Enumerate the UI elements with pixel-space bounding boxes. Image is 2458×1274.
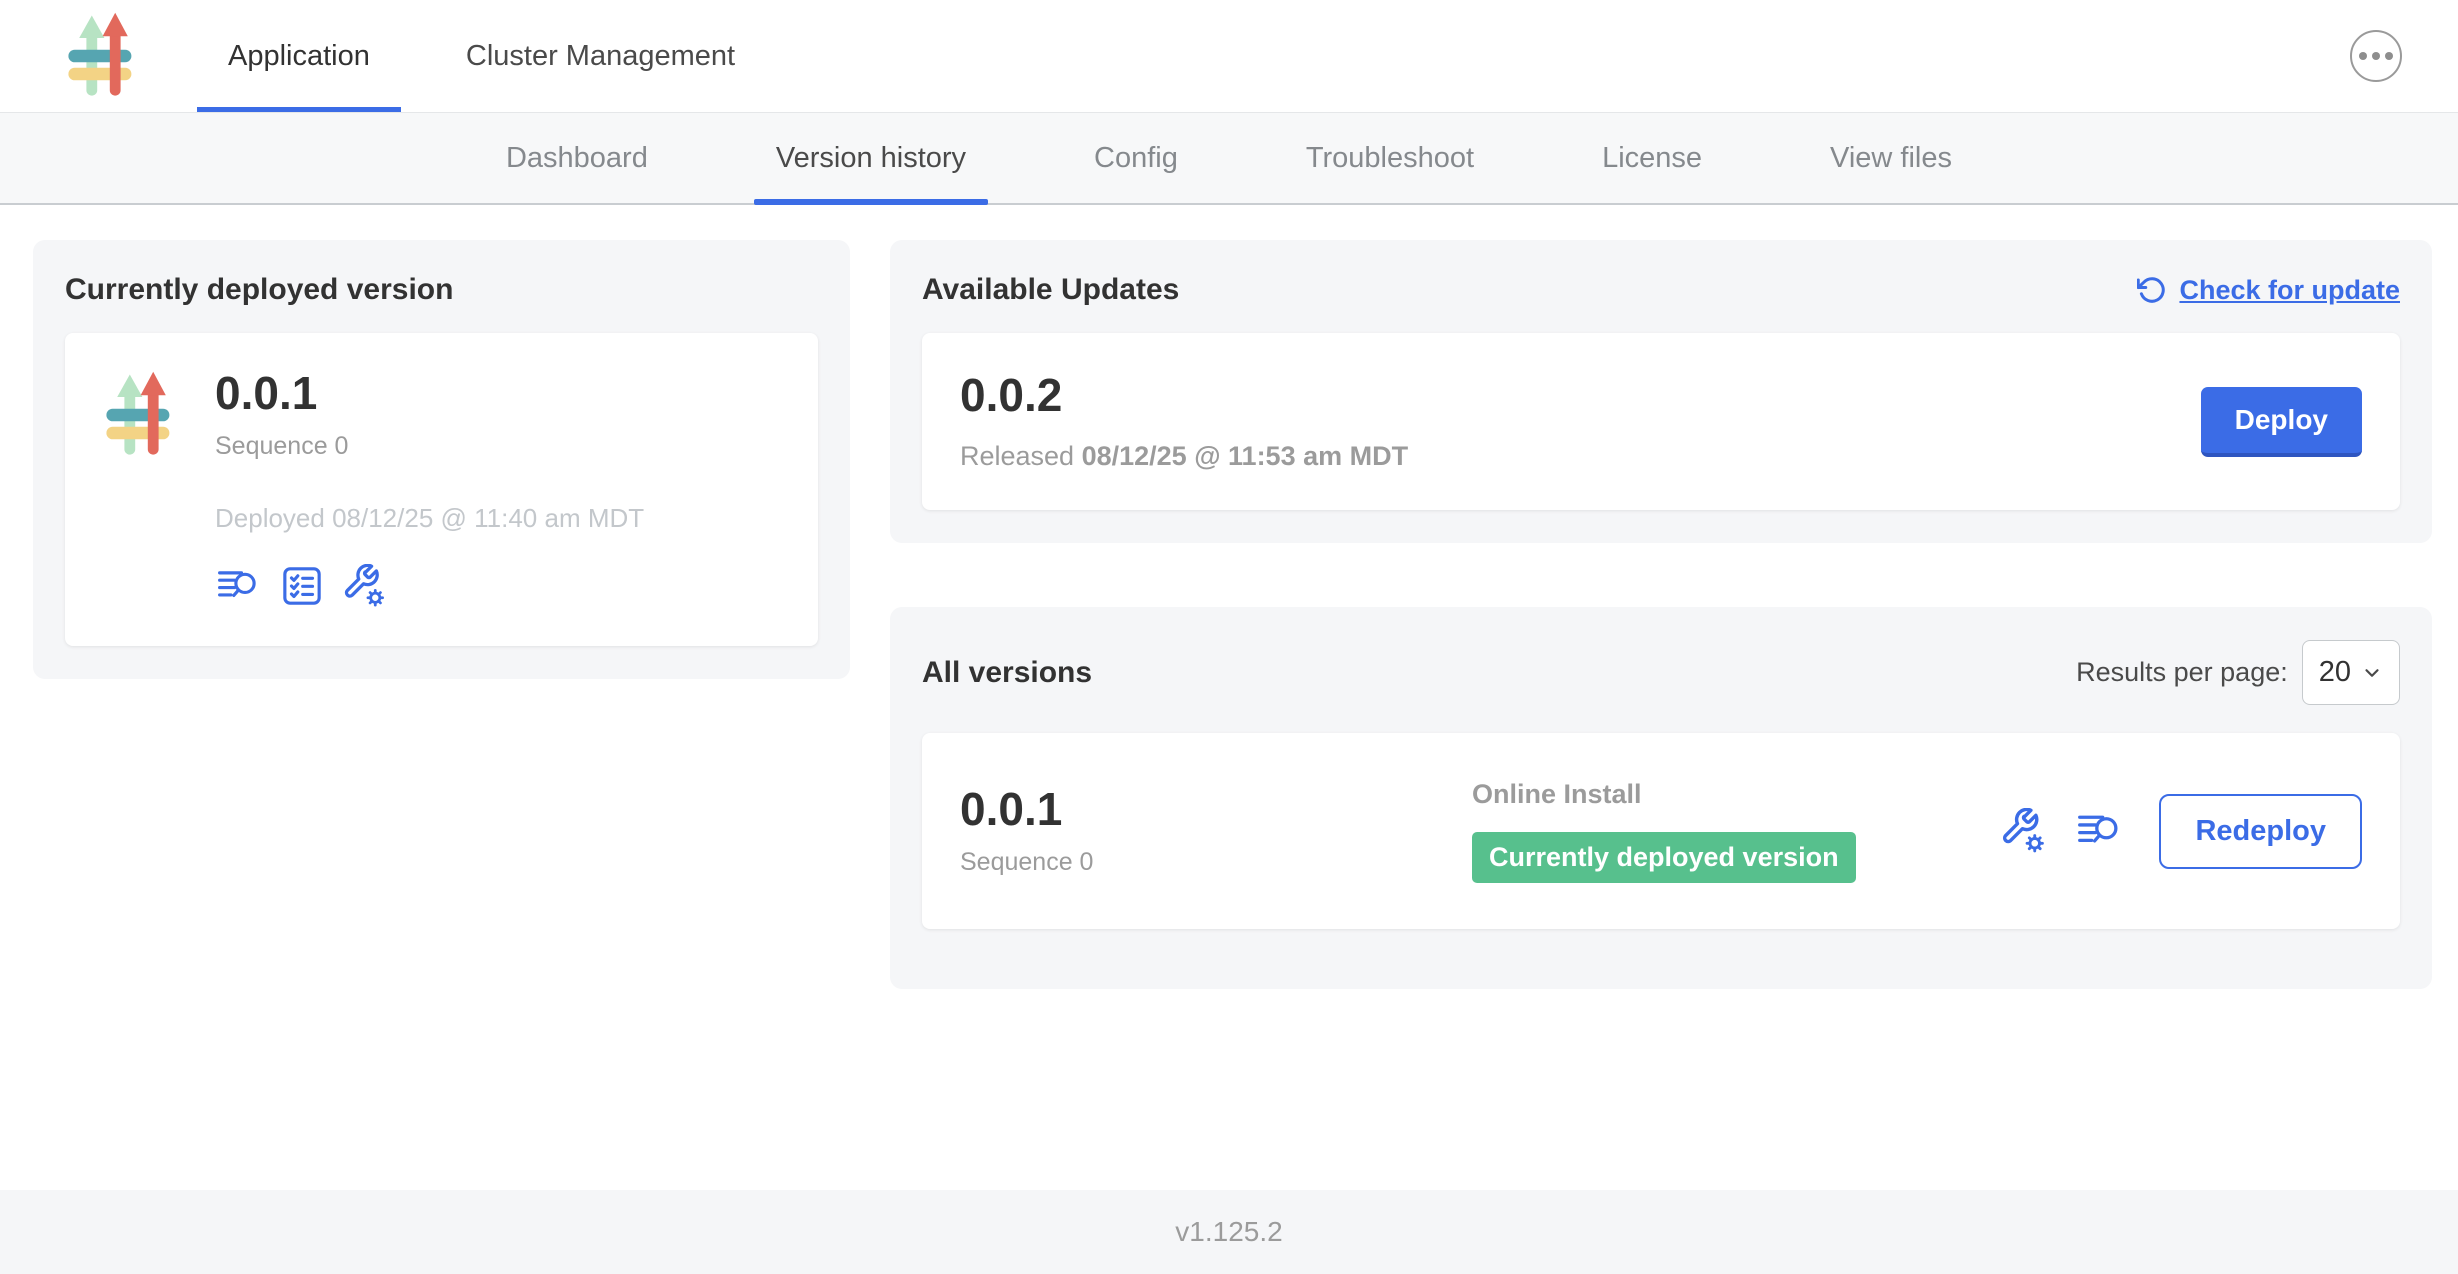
subnav-tab-version-history[interactable]: Version history (754, 113, 988, 203)
version-history-page: Application Cluster Management Dashboard… (0, 0, 2458, 1274)
row-sequence-label: Sequence 0 (960, 848, 1472, 877)
subnav-tab-dashboard[interactable]: Dashboard (484, 113, 670, 203)
app-footer: v1.125.2 (0, 1190, 2458, 1274)
subnav-tab-license[interactable]: License (1580, 113, 1724, 203)
subnav-tab-view-files[interactable]: View files (1808, 113, 1974, 203)
header-tabs: Application Cluster Management (197, 0, 800, 112)
deploy-button[interactable]: Deploy (2201, 387, 2362, 457)
results-per-page-label: Results per page: (2076, 657, 2288, 688)
refresh-icon (2137, 275, 2167, 305)
all-versions-card: All versions Results per page: 20 0.0.1 … (890, 607, 2432, 989)
right-column: Available Updates Check for update 0.0.2… (890, 240, 2432, 989)
deployed-sequence-label: Sequence 0 (215, 432, 348, 461)
chevron-down-icon (2361, 662, 2383, 684)
currently-deployed-badge: Currently deployed version (1472, 832, 1856, 883)
redeploy-button[interactable]: Redeploy (2159, 794, 2362, 869)
released-timestamp: Released 08/12/25 @ 11:53 am MDT (960, 441, 1408, 472)
diff-icon[interactable] (2075, 809, 2123, 853)
deployed-version-panel: 0.0.1 Sequence 0 Deployed 08/12/25 @ 11:… (65, 333, 818, 646)
tab-cluster-management[interactable]: Cluster Management (435, 0, 766, 112)
row-version-number: 0.0.1 (960, 785, 1472, 833)
available-updates-card: Available Updates Check for update 0.0.2… (890, 240, 2432, 543)
app-subnav: Dashboard Version history Config Trouble… (0, 113, 2458, 205)
tab-application[interactable]: Application (197, 0, 401, 112)
app-header: Application Cluster Management (0, 0, 2458, 113)
wrench-gear-config-icon[interactable] (2001, 808, 2047, 854)
install-type-label: Online Install (1472, 779, 1856, 810)
app-logo-icon (63, 11, 153, 101)
subnav-tab-troubleshoot[interactable]: Troubleshoot (1284, 113, 1496, 203)
wrench-gear-config-icon[interactable] (343, 564, 387, 608)
tab-cluster-management-label: Cluster Management (466, 40, 735, 73)
check-for-update-label: Check for update (2179, 275, 2400, 306)
console-version-label: v1.125.2 (1175, 1216, 1282, 1248)
main-content: Currently deployed version 0.0.1 Sequenc… (0, 205, 2458, 1190)
currently-deployed-title: Currently deployed version (65, 273, 818, 307)
version-row: 0.0.1 Sequence 0 Online Install Currentl… (922, 733, 2400, 929)
currently-deployed-card: Currently deployed version 0.0.1 Sequenc… (33, 240, 850, 679)
results-per-page-select[interactable]: 20 (2302, 640, 2400, 705)
update-version-number: 0.0.2 (960, 371, 1408, 419)
ellipsis-icon (2359, 52, 2367, 60)
subnav-tab-config[interactable]: Config (1072, 113, 1200, 203)
preflight-checklist-icon[interactable] (281, 565, 323, 607)
check-for-update-link[interactable]: Check for update (2137, 275, 2400, 306)
overflow-menu-button[interactable] (2350, 30, 2402, 82)
deployed-version-number: 0.0.1 (215, 369, 348, 417)
all-versions-title: All versions (922, 656, 1092, 690)
diff-icon[interactable] (215, 565, 261, 607)
app-logo-icon (101, 370, 191, 460)
deployed-timestamp: Deployed 08/12/25 @ 11:40 am MDT (215, 503, 782, 534)
tab-application-label: Application (228, 40, 370, 73)
update-row: 0.0.2 Released 08/12/25 @ 11:53 am MDT D… (922, 333, 2400, 510)
available-updates-title: Available Updates (922, 273, 1179, 307)
